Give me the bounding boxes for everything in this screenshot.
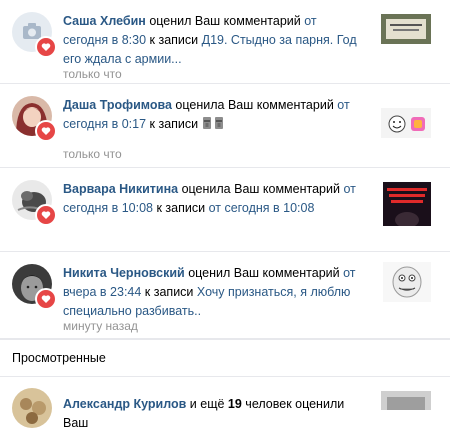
post-link[interactable]: от сегодня в 10:08 — [209, 201, 315, 215]
notification-text: Саша Хлебин оценил Ваш комментарий от се… — [63, 14, 357, 66]
timestamp: только что — [63, 147, 122, 161]
heart-badge — [35, 120, 57, 142]
heart-icon — [41, 211, 51, 219]
timestamp: минуту назад — [63, 319, 138, 333]
notification-text: Даша Трофимова оценила Ваш комментарий о… — [63, 98, 350, 131]
post-thumbnail[interactable] — [383, 182, 431, 226]
heart-icon — [41, 43, 51, 51]
notification-text: Никита Черновский оценил Ваш комментарий… — [63, 266, 356, 318]
moai-icon — [202, 117, 211, 129]
moai-icon — [214, 117, 223, 129]
people-count: 19 — [227, 397, 242, 411]
section-header: Просмотренные — [0, 339, 450, 377]
notification-item[interactable]: Никита Черновский оценил Ваш комментарий… — [0, 252, 450, 339]
notification-item[interactable]: Даша Трофимова оценила Ваш комментарий о… — [0, 84, 450, 168]
heart-badge — [35, 36, 57, 58]
post-thumbnail[interactable] — [383, 262, 431, 302]
avatar[interactable] — [12, 388, 52, 428]
post-link[interactable] — [202, 117, 226, 131]
user-name-link[interactable]: Саша Хлебин — [63, 14, 146, 28]
notification-text: Варвара Никитина оценила Ваш комментарий… — [63, 182, 356, 215]
heart-icon — [41, 295, 51, 303]
post-thumbnail[interactable] — [381, 14, 431, 44]
notification-item[interactable]: Саша Хлебин оценил Ваш комментарий от се… — [0, 0, 450, 84]
post-thumbnail[interactable] — [381, 391, 431, 410]
section-title: Просмотренные — [12, 351, 106, 365]
notification-item[interactable]: Варвара Никитина оценила Ваш комментарий… — [0, 168, 450, 252]
heart-badge — [35, 288, 57, 310]
heart-badge — [35, 204, 57, 226]
notification-item[interactable]: Александр Курилов и ещё 19 человек оцени… — [0, 377, 450, 430]
user-name-link[interactable]: Варвара Никитина — [63, 182, 178, 196]
timestamp: только что — [63, 67, 122, 81]
notification-text: Александр Курилов и ещё 19 человек оцени… — [63, 397, 345, 430]
user-name-link[interactable]: Даша Трофимова — [63, 98, 172, 112]
heart-icon — [41, 127, 51, 135]
user-name-link[interactable]: Александр Курилов — [63, 397, 186, 411]
notifications-feed: Саша Хлебин оценил Ваш комментарий от се… — [0, 0, 450, 430]
post-thumbnail[interactable] — [381, 108, 431, 138]
user-name-link[interactable]: Никита Черновский — [63, 266, 185, 280]
